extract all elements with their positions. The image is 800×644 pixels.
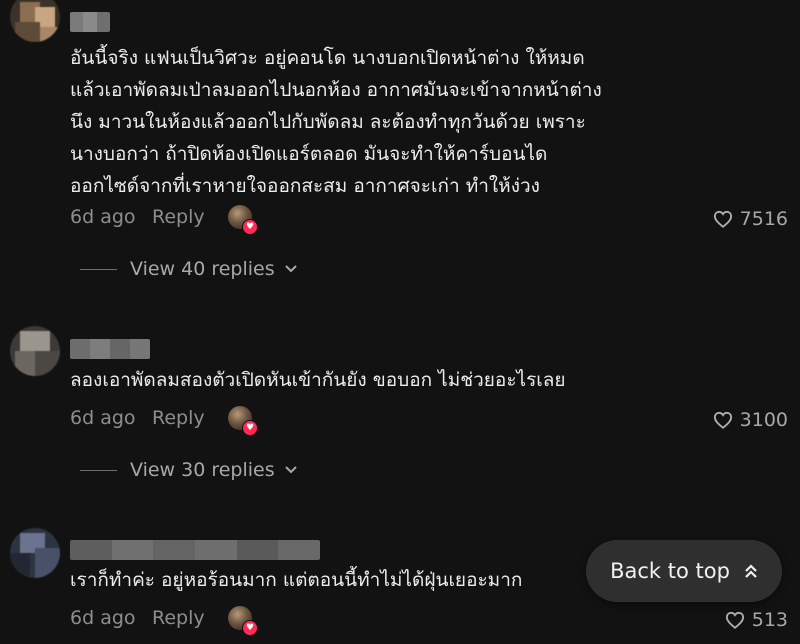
back-to-top-label: Back to top [610,559,730,583]
view-replies-label: View 30 replies [130,459,275,481]
chevron-down-icon [284,466,297,474]
like-button[interactable]: 3100 [713,405,788,435]
divider [80,268,117,270]
avatar[interactable] [10,326,60,376]
divider [80,469,117,471]
reply-button[interactable]: Reply [152,206,228,228]
reply-button[interactable]: Reply [152,407,228,429]
username-blurred[interactable] [70,540,320,560]
back-to-top-button[interactable]: Back to top [586,540,782,602]
comment-time: 6d ago [70,206,136,228]
view-replies-label: View 40 replies [130,258,275,280]
chevron-down-icon [284,265,297,273]
comment-time: 6d ago [70,607,136,629]
creator-liked-avatar: ♥ [228,205,258,235]
like-count: 3100 [739,409,788,431]
double-chevron-up-icon [745,564,757,578]
creator-liked-avatar: ♥ [228,406,258,436]
heart-outline-icon [713,411,732,429]
comment-text: อันนี้จริง แฟนเป็นวิศวะ อยู่คอนโด นางบอก… [70,47,602,197]
heart-badge-icon: ♥ [242,219,258,235]
heart-badge-icon: ♥ [242,420,258,436]
comments-page: อันนี้จริง แฟนเป็นวิศวะ อยู่คอนโด นางบอก… [0,0,800,644]
comment-text: ลองเอาพัดลมสองตัวเปิดหันเข้ากันยัง ขอบอก… [70,369,566,391]
comment-meta: 6d ago Reply ♥ [70,603,258,636]
creator-liked-avatar: ♥ [228,606,258,636]
view-replies-button[interactable]: View 40 replies [80,254,298,284]
heart-outline-icon [725,611,744,629]
like-count: 513 [751,609,788,631]
heart-outline-icon [713,210,732,228]
like-button[interactable]: 513 [725,605,788,635]
comment-meta: 6d ago Reply ♥ [70,403,258,436]
username-blurred[interactable] [70,12,110,32]
username-blurred[interactable] [70,339,150,359]
avatar[interactable] [10,0,60,42]
view-replies-button[interactable]: View 30 replies [80,455,298,485]
like-button[interactable]: 7516 [713,204,788,234]
comment-time: 6d ago [70,407,136,429]
reply-button[interactable]: Reply [152,607,228,629]
like-count: 7516 [739,208,788,230]
comment-meta: 6d ago Reply ♥ [70,202,258,235]
avatar[interactable] [10,528,60,578]
heart-badge-icon: ♥ [242,620,258,636]
